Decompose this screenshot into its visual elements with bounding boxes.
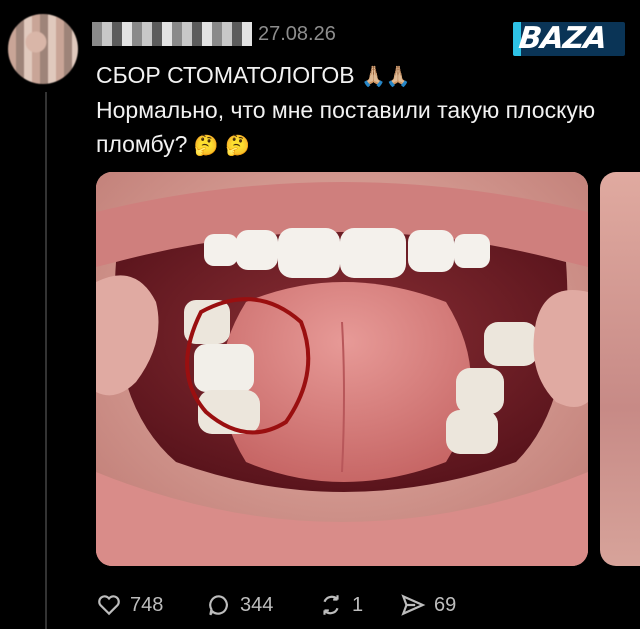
logo-text: BAZA [517, 22, 608, 56]
username-blurred[interactable] [92, 22, 252, 46]
baza-logo: BAZA [513, 22, 625, 56]
post-image-main[interactable] [96, 172, 588, 566]
share-count: 69 [434, 593, 457, 616]
post-image-next[interactable] [600, 172, 640, 566]
share-button[interactable]: 69 [400, 590, 456, 620]
heart-icon [98, 595, 120, 616]
send-icon [401, 594, 426, 616]
repost-count: 1 [352, 593, 364, 616]
repost-icon [323, 595, 339, 615]
comment-bubble-icon [209, 595, 228, 616]
like-count: 748 [130, 593, 164, 616]
thread-line [45, 92, 47, 629]
praying-hands-emoji: 🙏🏼🙏🏼 [360, 64, 411, 88]
thinking-face-emoji: 🤔 🤔 [193, 133, 251, 157]
avatar[interactable] [8, 14, 78, 84]
reply-button[interactable]: 344 [206, 590, 273, 620]
post-text: СБОР СТОМАТОЛОГОВ 🙏🏼🙏🏼 Нормально, что мн… [96, 58, 616, 162]
post-date: 27.08.26 [258, 23, 336, 45]
repost-button[interactable]: 1 [318, 590, 363, 620]
post-body: Нормально, что мне поставили такую плоск… [96, 93, 616, 162]
reply-count: 344 [240, 593, 274, 616]
post-question: Нормально, что мне поставили такую плоск… [96, 97, 596, 157]
post-title-line: СБОР СТОМАТОЛОГОВ 🙏🏼🙏🏼 [96, 58, 616, 93]
post-title: СБОР СТОМАТОЛОГОВ [96, 62, 355, 88]
like-button[interactable]: 748 [96, 590, 163, 620]
mouth-photo [96, 172, 588, 566]
